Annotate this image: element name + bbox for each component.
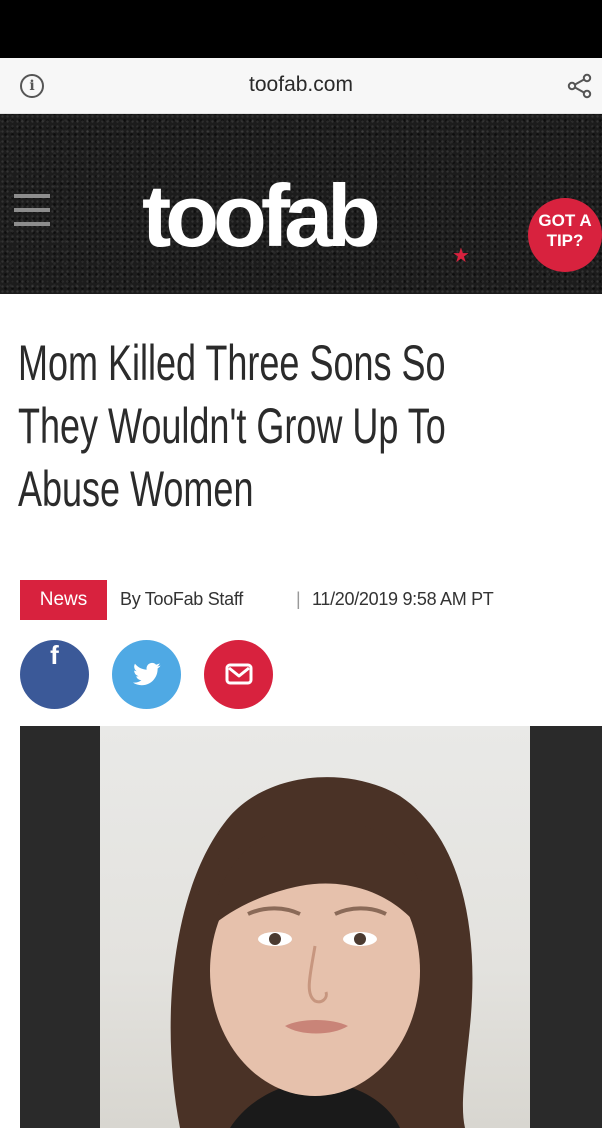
site-header: toofab ★ GOT A TIP? xyxy=(0,114,602,294)
browser-url-bar[interactable]: i toofab.com xyxy=(0,58,602,114)
tip-button-line2: TIP? xyxy=(546,231,584,250)
headline-line: Abuse Women xyxy=(18,461,254,517)
hamburger-menu-icon[interactable] xyxy=(14,194,50,226)
article-hero-image[interactable] xyxy=(20,726,602,1128)
email-share-button[interactable] xyxy=(204,640,273,709)
byline: By TooFab Staff xyxy=(120,589,243,609)
site-logo[interactable]: toofab xyxy=(142,168,381,264)
headline-line: They Wouldn't Grow Up To xyxy=(18,398,446,454)
url-text[interactable]: toofab.com xyxy=(0,73,602,97)
publish-date: 11/20/2019 9:58 AM PT xyxy=(312,589,494,609)
tip-button-line1: GOT A xyxy=(538,211,592,230)
twitter-share-button[interactable] xyxy=(112,640,181,709)
status-bar xyxy=(0,0,602,58)
logo-star-icon: ★ xyxy=(452,245,470,267)
email-icon xyxy=(225,663,253,685)
got-a-tip-button[interactable]: GOT A TIP? xyxy=(528,198,602,272)
headline-line: Mom Killed Three Sons So xyxy=(18,335,446,391)
article-headline: Mom Killed Three Sons So They Wouldn't G… xyxy=(18,332,446,521)
twitter-icon xyxy=(133,662,161,686)
mugshot-portrait xyxy=(170,777,473,1128)
category-badge[interactable]: News xyxy=(20,580,107,620)
share-icon[interactable] xyxy=(566,72,594,100)
meta-separator: | xyxy=(296,589,301,609)
facebook-share-button[interactable]: f xyxy=(20,640,89,709)
facebook-icon: f xyxy=(50,640,59,670)
